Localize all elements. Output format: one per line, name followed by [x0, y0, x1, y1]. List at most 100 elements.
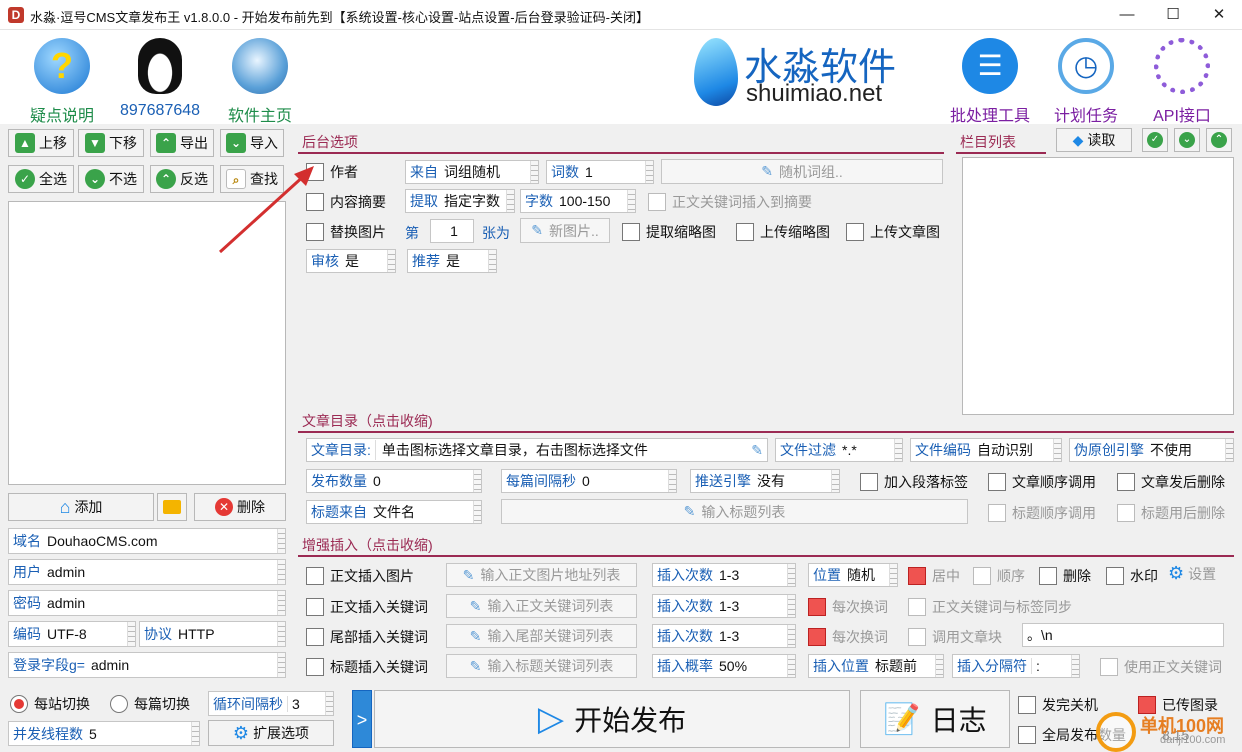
batch-tile[interactable]: ☰ 批处理工具: [942, 38, 1038, 126]
extract-thumb-checkbox[interactable]: 提取缩略图: [622, 222, 716, 242]
help-tile[interactable]: ? 疑点说明: [14, 38, 110, 126]
protocol-select[interactable]: 协议 HTTP: [139, 621, 286, 647]
select-all-button[interactable]: ✓ 全选: [8, 165, 74, 193]
sequence-checkbox[interactable]: 顺序: [973, 566, 1025, 586]
title-order-checkbox[interactable]: 标题顺序调用: [988, 503, 1096, 523]
insert-count-3[interactable]: 插入次数 1-3: [652, 624, 796, 648]
arrow-down-icon: ▼: [85, 133, 105, 153]
use-body-keyword-checkbox[interactable]: 使用正文关键词: [1100, 657, 1222, 677]
insert-tail-keyword-checkbox[interactable]: 尾部插入关键词: [306, 627, 428, 647]
keyword-tag-sync-checkbox[interactable]: 正文关键词与标签同步: [908, 597, 1072, 617]
select-none-button[interactable]: ⌄ 不选: [78, 165, 144, 193]
article-interval-field[interactable]: 每篇间隔秒 0: [501, 469, 677, 493]
schedule-tile[interactable]: ◷ 计划任务: [1038, 38, 1134, 126]
body-keyword-list-button[interactable]: ✎ 输入正文关键词列表: [446, 594, 637, 618]
minimize-button[interactable]: —: [1104, 0, 1150, 30]
new-image-button[interactable]: ✎ 新图片..: [520, 218, 610, 243]
password-field[interactable]: 密码 admin: [8, 590, 286, 616]
per-site-radio[interactable]: 每站切换: [10, 694, 90, 714]
insert-separator-field[interactable]: 插入分隔符:: [952, 654, 1080, 678]
qq-tile[interactable]: 897687648: [112, 38, 208, 120]
tail-keyword-list-button[interactable]: ✎ 输入尾部关键词列表: [446, 624, 637, 648]
position-select[interactable]: 位置 随机: [808, 563, 898, 587]
kw-summary-checkbox[interactable]: 正文关键词插入到摘要: [648, 192, 812, 212]
read-button[interactable]: ◆ 读取: [1056, 128, 1132, 152]
cube-icon: ◆: [1072, 131, 1084, 148]
image-delete-checkbox[interactable]: 删除: [1039, 566, 1091, 586]
title-source-select[interactable]: 标题来自 文件名: [306, 500, 482, 524]
invert-selection-button[interactable]: ⌃ 反选: [150, 165, 214, 193]
move-up-button[interactable]: ▲ 上移: [8, 129, 74, 157]
expand-toggle-button[interactable]: >: [352, 690, 372, 748]
shutdown-after-checkbox[interactable]: 发完关机: [1018, 695, 1098, 715]
random-phrase-button[interactable]: ✎ 随机词组..: [661, 159, 943, 184]
pseudo-engine-select[interactable]: 伪原创引擎 不使用: [1069, 438, 1234, 462]
change-word-checkbox-2[interactable]: 每次换词: [808, 627, 888, 647]
loop-interval-field[interactable]: 循环间隔秒 3: [208, 691, 334, 716]
column-down-button[interactable]: ⌄: [1174, 128, 1200, 152]
paragraph-tag-checkbox[interactable]: 加入段落标签: [860, 472, 968, 492]
watermark-checkbox[interactable]: 水印: [1106, 566, 1158, 586]
delete-after-publish-checkbox[interactable]: 文章发后删除: [1117, 472, 1225, 492]
insert-title-keyword-checkbox[interactable]: 标题插入关键词: [306, 657, 428, 677]
api-label: API接口: [1153, 108, 1211, 125]
upload-thumb-checkbox[interactable]: 上传缩略图: [736, 222, 830, 242]
maximize-button[interactable]: ☐: [1150, 0, 1196, 30]
username-field[interactable]: 用户 admin: [8, 559, 286, 585]
backend-section-header[interactable]: 后台选项: [298, 132, 944, 154]
homepage-tile[interactable]: 软件主页: [212, 38, 308, 126]
insert-position-select[interactable]: 插入位置 标题前: [808, 654, 944, 678]
delete-site-button[interactable]: ✕ 删除: [194, 493, 286, 521]
folder-button[interactable]: [157, 493, 187, 521]
api-tile[interactable]: API接口: [1134, 38, 1230, 126]
insert-count-1[interactable]: 插入次数 1-3: [652, 563, 796, 587]
insert-probability[interactable]: 插入概率 50%: [652, 654, 796, 678]
image-url-list-button[interactable]: ✎ 输入正文图片地址列表: [446, 563, 637, 587]
log-button[interactable]: 📝 日志: [860, 690, 1010, 748]
thread-count-field[interactable]: 并发线程数 5: [8, 721, 200, 746]
import-button[interactable]: ⌄ 导入: [220, 129, 284, 157]
word-count-field[interactable]: 词数 1: [546, 160, 654, 184]
login-field[interactable]: 登录字段g= admin: [8, 652, 286, 678]
close-button[interactable]: ✕: [1196, 0, 1242, 30]
char-count-field[interactable]: 字数 100-150: [520, 189, 636, 213]
change-word-checkbox[interactable]: 每次换词: [808, 597, 888, 617]
play-icon: ▷: [537, 700, 565, 738]
push-engine-select[interactable]: 推送引擎 没有: [690, 469, 840, 493]
export-button[interactable]: ⌃ 导出: [150, 129, 214, 157]
file-filter-field[interactable]: 文件过滤 *.*: [775, 438, 903, 462]
title-delete-checkbox[interactable]: 标题用后删除: [1117, 503, 1225, 523]
author-source-select[interactable]: 来自 词组随机: [405, 160, 539, 184]
per-article-radio[interactable]: 每篇切换: [110, 694, 190, 714]
column-check-button[interactable]: ✓: [1142, 128, 1168, 152]
article-dir-field[interactable]: 文章目录: 单击图标选择文章目录，右击图标选择文件 ✎: [306, 438, 768, 462]
move-down-button[interactable]: ▼ 下移: [78, 129, 144, 157]
call-article-block-checkbox[interactable]: 调用文章块: [908, 627, 1002, 647]
insert-image-checkbox[interactable]: 正文插入图片: [306, 566, 414, 586]
insert-body-keyword-checkbox[interactable]: 正文插入关键词: [306, 597, 428, 617]
enhance-section-header[interactable]: 增强插入（点击收缩): [298, 535, 1234, 557]
start-publish-button[interactable]: ▷ 开始发布: [374, 690, 850, 748]
file-encoding-select[interactable]: 文件编码 自动识别: [910, 438, 1062, 462]
encoding-select[interactable]: 编码 UTF-8: [8, 621, 136, 647]
insert-count-2[interactable]: 插入次数 1-3: [652, 594, 796, 618]
block-separator-input[interactable]: 。\n: [1022, 623, 1224, 647]
extended-options-button[interactable]: ⚙ 扩展选项: [208, 720, 334, 746]
title-list-button[interactable]: ✎ 输入标题列表: [501, 499, 968, 524]
upload-article-image-checkbox[interactable]: 上传文章图: [846, 222, 940, 242]
title-keyword-list-button[interactable]: ✎ 输入标题关键词列表: [446, 654, 637, 678]
publish-count-field[interactable]: 发布数量 0: [306, 469, 482, 493]
center-checkbox[interactable]: 居中: [908, 566, 960, 586]
column-up-button[interactable]: ⌃: [1206, 128, 1232, 152]
top-toolbar: ? 疑点说明 897687648 软件主页 水淼软件 shuimiao.net …: [0, 30, 1242, 126]
recommend-select[interactable]: 推荐是: [407, 249, 497, 273]
folder-icon: [163, 500, 181, 514]
domain-field[interactable]: 域名 DouhaoCMS.com: [8, 528, 286, 554]
column-list[interactable]: [962, 157, 1234, 415]
extract-select[interactable]: 提取 指定字数: [405, 189, 515, 213]
watermark-settings-button[interactable]: ⚙ 设置: [1168, 563, 1216, 584]
article-section-header[interactable]: 文章目录（点击收缩): [298, 411, 1234, 433]
nth-image-input[interactable]: 1: [430, 219, 474, 243]
article-order-checkbox[interactable]: 文章顺序调用: [988, 472, 1096, 492]
add-site-button[interactable]: ⌂ 添加: [8, 493, 154, 521]
